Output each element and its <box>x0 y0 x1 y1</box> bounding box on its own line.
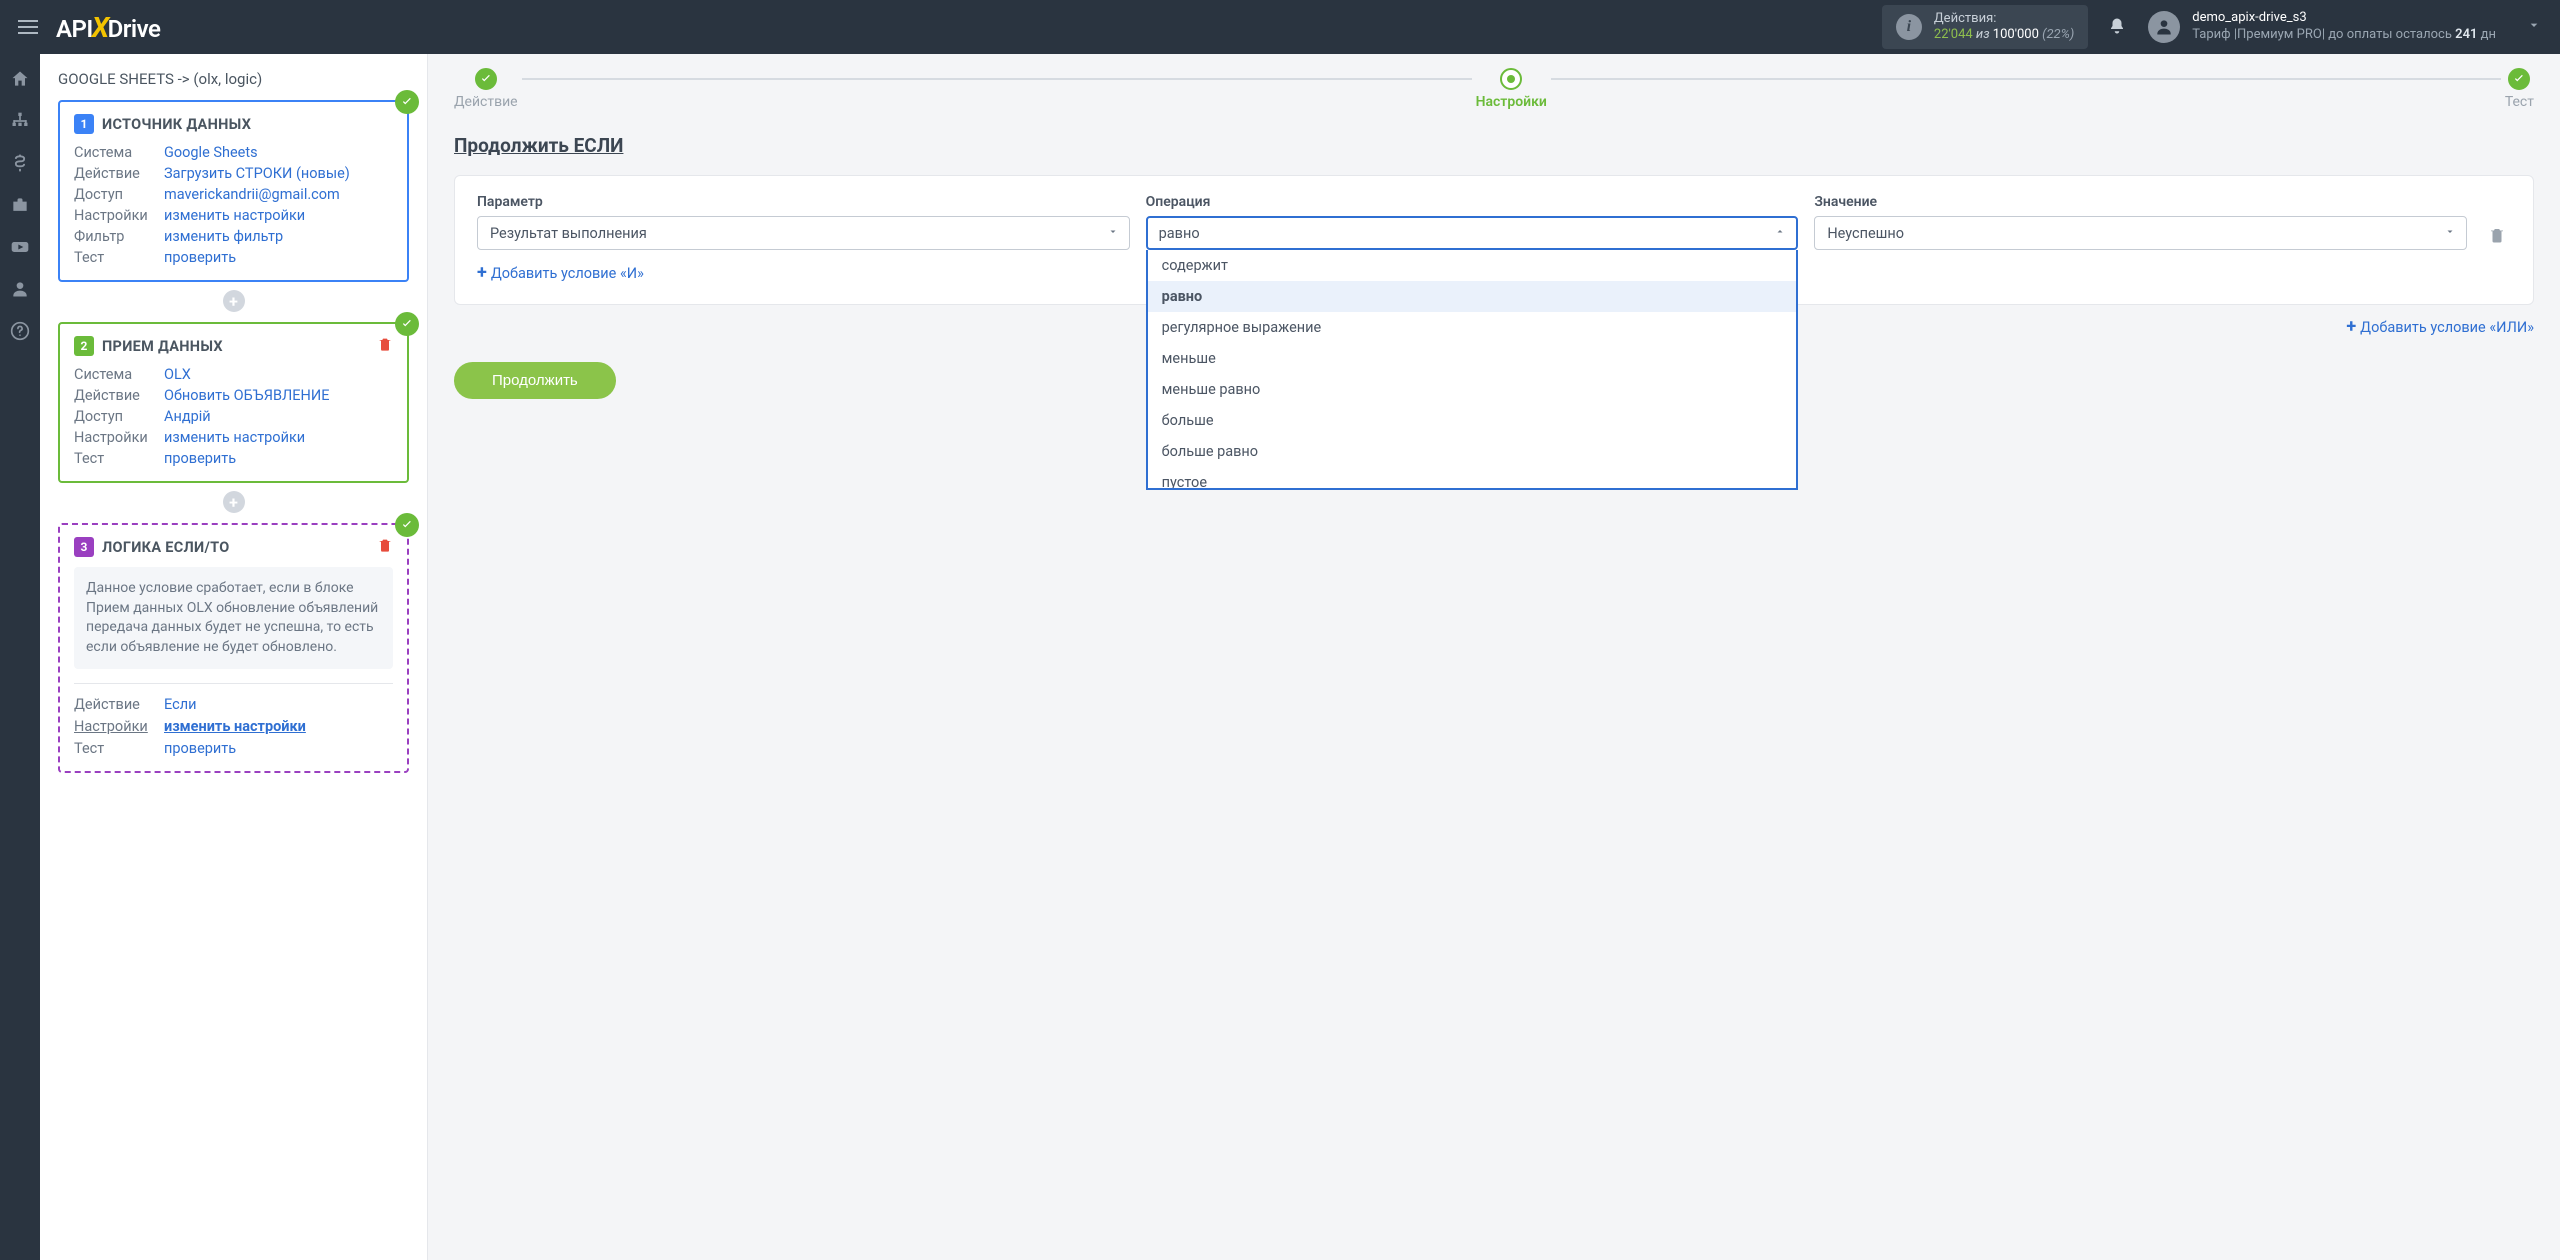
add-step-button[interactable]: + <box>223 491 245 513</box>
step-title: ИСТОЧНИК ДАННЫХ <box>102 116 251 133</box>
account-icon[interactable] <box>9 278 31 300</box>
value-select[interactable]: Неуспешно <box>1814 216 2467 250</box>
wizard-step-action[interactable]: Действие <box>454 68 518 110</box>
check-icon <box>395 513 419 537</box>
step-source-card[interactable]: 1 ИСТОЧНИК ДАННЫХ СистемаGoogle Sheets Д… <box>58 100 409 282</box>
add-step-button[interactable]: + <box>223 290 245 312</box>
source-test-link[interactable]: проверить <box>164 249 393 266</box>
step-number-badge: 2 <box>74 336 94 356</box>
delete-step-icon[interactable] <box>377 336 393 356</box>
operation-option[interactable]: больше равно <box>1148 436 1797 467</box>
menu-hamburger[interactable] <box>18 20 38 34</box>
actions-value: 22'044 из 100'000 (22%) <box>1934 27 2074 43</box>
delete-condition-icon[interactable] <box>2483 226 2511 250</box>
actions-counter[interactable]: i Действия: 22'044 из 100'000 (22%) <box>1882 5 2088 48</box>
step-logic-card[interactable]: 3 ЛОГИКА ЕСЛИ/ТО Данное условие сработае… <box>58 523 409 773</box>
billing-icon[interactable] <box>9 152 31 174</box>
step-title: ПРИЕМ ДАННЫХ <box>102 338 223 355</box>
value-label: Значение <box>1814 194 2467 210</box>
logic-action-link[interactable]: Если <box>164 696 393 713</box>
source-filter-link[interactable]: изменить фильтр <box>164 228 393 245</box>
main-content: Действие Настройки Тест Продолжить ЕСЛИ … <box>428 54 2560 1260</box>
dest-access-link[interactable]: Андрій <box>164 408 393 425</box>
chevron-down-icon <box>1107 225 1119 242</box>
wizard-steps: Действие Настройки Тест <box>454 68 2534 110</box>
source-settings-link[interactable]: изменить настройки <box>164 207 393 224</box>
delete-step-icon[interactable] <box>377 537 393 557</box>
param-select[interactable]: Результат выполнения <box>477 216 1130 250</box>
integrations-icon[interactable] <box>9 110 31 132</box>
check-icon <box>395 90 419 114</box>
username: demo_apix-drive_s3 <box>2192 10 2496 27</box>
help-icon[interactable] <box>9 320 31 342</box>
step-destination-card[interactable]: 2 ПРИЕМ ДАННЫХ СистемаOLX ДействиеОбнови… <box>58 322 409 483</box>
avatar-icon[interactable] <box>2148 11 2180 43</box>
dest-action-link[interactable]: Обновить ОБЪЯВЛЕНИЕ <box>164 387 393 404</box>
wizard-step-settings[interactable]: Настройки <box>1476 68 1547 110</box>
dest-settings-link[interactable]: изменить настройки <box>164 429 393 446</box>
step-number-badge: 1 <box>74 114 94 134</box>
condition-box: Параметр Результат выполнения Операция р… <box>454 175 2534 305</box>
step-number-badge: 3 <box>74 537 94 557</box>
topbar: APIXDrive i Действия: 22'044 из 100'000 … <box>0 0 2560 54</box>
tariff-line: Тариф |Премиум PRO| до оплаты осталось 2… <box>2192 27 2496 44</box>
logic-description: Данное условие сработает, если в блоке П… <box>74 567 393 669</box>
chevron-up-icon <box>1774 225 1786 242</box>
wizard-step-test[interactable]: Тест <box>2505 68 2534 110</box>
operation-option[interactable]: содержит <box>1148 250 1797 281</box>
video-icon[interactable] <box>9 236 31 258</box>
operation-option[interactable]: больше <box>1148 405 1797 436</box>
operation-option[interactable]: регулярное выражение <box>1148 312 1797 343</box>
operation-select[interactable]: равно <box>1146 216 1799 250</box>
operation-option[interactable]: равно <box>1148 281 1797 312</box>
continue-button[interactable]: Продолжить <box>454 362 616 399</box>
info-icon: i <box>1896 14 1922 40</box>
operation-option[interactable]: меньше <box>1148 343 1797 374</box>
briefcase-icon[interactable] <box>9 194 31 216</box>
source-action-link[interactable]: Загрузить СТРОКИ (новые) <box>164 165 393 182</box>
side-panel: GOOGLE SHEETS -> (olx, logic) 1 ИСТОЧНИК… <box>40 54 428 1260</box>
operation-dropdown: содержитравнорегулярное выражениеменьшем… <box>1146 250 1799 490</box>
param-label: Параметр <box>477 194 1130 210</box>
page-title: Продолжить ЕСЛИ <box>454 134 2534 157</box>
check-icon <box>395 312 419 336</box>
source-access-link[interactable]: maverickandrii@gmail.com <box>164 186 393 203</box>
step-title: ЛОГИКА ЕСЛИ/ТО <box>102 539 230 556</box>
operation-option[interactable]: пустое <box>1148 467 1797 490</box>
operation-option[interactable]: меньше равно <box>1148 374 1797 405</box>
add-and-condition[interactable]: +Добавить условие «И» <box>477 264 644 282</box>
source-system-link[interactable]: Google Sheets <box>164 144 393 161</box>
breadcrumb: GOOGLE SHEETS -> (olx, logic) <box>58 70 409 88</box>
user-menu-chevron-icon[interactable] <box>2526 17 2542 37</box>
icon-rail <box>0 54 40 1260</box>
home-icon[interactable] <box>9 68 31 90</box>
operation-label: Операция <box>1146 194 1799 210</box>
logic-test-link[interactable]: проверить <box>164 740 393 757</box>
logic-settings-link[interactable]: изменить настройки <box>164 718 393 735</box>
actions-label: Действия: <box>1934 11 2074 27</box>
dest-system-link[interactable]: OLX <box>164 366 393 383</box>
chevron-down-icon <box>2444 225 2456 242</box>
dest-test-link[interactable]: проверить <box>164 450 393 467</box>
user-block[interactable]: demo_apix-drive_s3 Тариф |Премиум PRO| д… <box>2192 10 2496 44</box>
add-or-condition[interactable]: +Добавить условие «ИЛИ» <box>2346 318 2534 336</box>
logo[interactable]: APIXDrive <box>56 11 160 44</box>
notifications-bell-icon[interactable] <box>2108 17 2126 37</box>
